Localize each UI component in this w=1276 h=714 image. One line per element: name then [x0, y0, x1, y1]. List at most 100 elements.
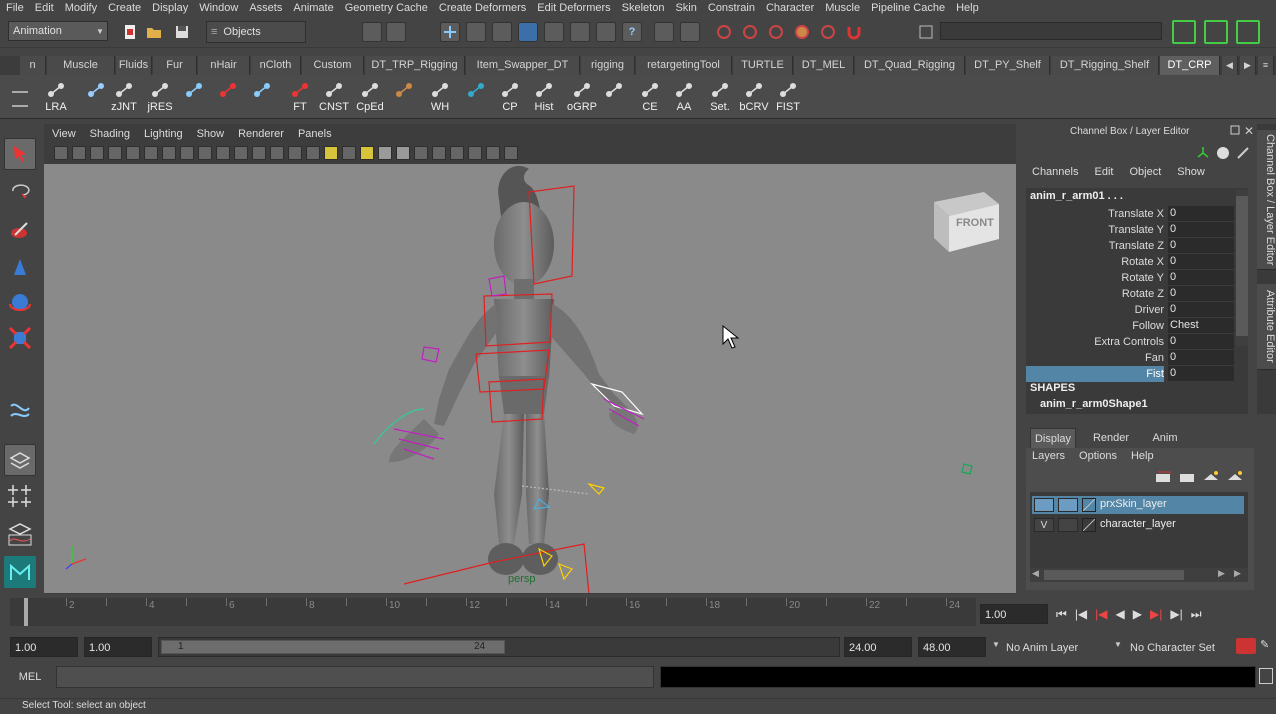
script-language-toggle[interactable]: MEL — [10, 668, 50, 686]
range-slider-track[interactable]: 1 24 — [158, 637, 840, 657]
field-chart-icon[interactable] — [234, 146, 248, 160]
grease-pencil-icon[interactable] — [144, 146, 158, 160]
command-input[interactable] — [56, 666, 654, 688]
channel-value[interactable]: 0 — [1168, 206, 1234, 221]
shelf-button-hist[interactable]: Hist — [528, 79, 560, 115]
snap-grid-icon[interactable] — [714, 22, 734, 42]
select-deformations-icon[interactable] — [544, 22, 564, 42]
wand-icon[interactable] — [1236, 146, 1250, 163]
channel-name[interactable]: Follow — [1132, 318, 1164, 334]
channel-name[interactable]: Translate Y — [1108, 222, 1164, 238]
channel-value[interactable]: 0 — [1168, 350, 1234, 365]
tab-display[interactable]: Display — [1030, 428, 1076, 448]
channel-row-follow[interactable]: Follow Chest — [1026, 318, 1234, 334]
select-surfaces-icon[interactable] — [518, 22, 538, 42]
move-tool-icon[interactable] — [4, 252, 36, 284]
channel-box-menu-channels[interactable]: Channels — [1032, 166, 1078, 182]
graph-layout-icon[interactable] — [4, 518, 36, 550]
channel-value[interactable]: 0 — [1168, 334, 1234, 349]
select-joints-icon[interactable] — [466, 22, 486, 42]
shelf-tab-fluids[interactable]: Fluids — [116, 56, 152, 75]
menu-display[interactable]: Display — [146, 0, 193, 16]
go-to-start-icon[interactable]: ⏮ — [1056, 607, 1067, 622]
menu-window[interactable]: Window — [193, 0, 243, 16]
3d-viewport[interactable]: FRONT persp — [44, 164, 1016, 593]
shelf-button-lra[interactable]: LRA — [40, 79, 72, 115]
channel-value[interactable]: 0 — [1168, 302, 1234, 317]
toggle-sidebar-icon[interactable] — [1204, 20, 1228, 44]
manipulator-icon[interactable] — [1196, 146, 1210, 163]
shelf-tab-muscle[interactable]: Muscle — [47, 56, 115, 75]
step-forward-frame-icon[interactable]: ▶| — [1170, 607, 1182, 621]
shelf-button-cped[interactable]: CpEd — [354, 79, 386, 115]
layer-menu-options[interactable]: Options — [1079, 450, 1117, 466]
channel-name[interactable]: Translate X — [1108, 206, 1164, 222]
channel-value[interactable]: 0 — [1168, 222, 1234, 237]
anim-layer-dropdown-icon[interactable]: ▼ — [992, 640, 1000, 649]
end-time-field[interactable]: 48.00 — [918, 637, 986, 657]
layer-name[interactable]: prxSkin_layer — [1100, 498, 1167, 510]
shelf-button-zjnt[interactable]: zJNT — [108, 79, 140, 115]
channel-row-translate-x[interactable]: Translate X 0 — [1026, 206, 1234, 222]
tab-render[interactable]: Render — [1086, 428, 1136, 448]
viewport-menu-show[interactable]: Show — [189, 128, 231, 140]
2d-pan-icon[interactable] — [126, 146, 140, 160]
shelf-button-tool-5[interactable] — [212, 79, 244, 115]
menu-modify[interactable]: Modify — [59, 0, 102, 16]
channel-name[interactable]: Translate Z — [1109, 238, 1164, 254]
channel-name[interactable]: Driver — [1135, 302, 1164, 318]
menu-create-deformers[interactable]: Create Deformers — [433, 0, 531, 16]
layer-display-type-toggle[interactable] — [1058, 518, 1078, 532]
anim-layer-label[interactable]: No Anim Layer — [1006, 638, 1110, 658]
channel-row-rotate-z[interactable]: Rotate Z 0 — [1026, 286, 1234, 302]
channel-row-driver[interactable]: Driver 0 — [1026, 302, 1234, 318]
layer-color-swatch[interactable] — [1082, 498, 1096, 512]
channel-box-menu-show[interactable]: Show — [1177, 166, 1205, 182]
select-curves-icon[interactable] — [492, 22, 512, 42]
shelf-button-tool-4[interactable] — [178, 79, 210, 115]
motion-blur-icon[interactable] — [414, 146, 428, 160]
range-slider-handle[interactable]: 1 24 — [161, 640, 505, 654]
rotate-tool-icon[interactable] — [4, 286, 36, 318]
shelf-button-fist[interactable]: FIST — [772, 79, 804, 115]
xray-components-icon[interactable] — [504, 146, 518, 160]
snap-curve-icon[interactable] — [740, 22, 760, 42]
shelf-tab-dt-rigging-shelf[interactable]: DT_Rigging_Shelf — [1051, 56, 1159, 75]
new-layer-icon[interactable] — [1154, 470, 1172, 487]
layer-move-down-icon[interactable] — [1226, 470, 1244, 487]
character-set-label[interactable]: No Character Set — [1130, 638, 1234, 658]
rig-controls[interactable] — [373, 185, 973, 593]
channel-row-fan[interactable]: Fan 0 — [1026, 350, 1234, 366]
shelf-button-tool-16[interactable] — [598, 79, 630, 115]
input-field-icon[interactable] — [916, 22, 936, 42]
layer-display-type-toggle[interactable] — [1058, 498, 1078, 512]
channel-scrollbar[interactable] — [1236, 190, 1248, 346]
shelf-button-cnst[interactable]: CNST — [318, 79, 350, 115]
layer-name[interactable]: character_layer — [1100, 518, 1176, 530]
viewport-menu-renderer[interactable]: Renderer — [230, 128, 290, 140]
channel-name[interactable]: Rotate Z — [1122, 286, 1164, 302]
character-mesh[interactable] — [389, 165, 638, 575]
preferences-icon[interactable]: ✎ — [1260, 638, 1269, 651]
shelf-button-ce[interactable]: CE — [634, 79, 666, 115]
snap-plane-icon[interactable] — [792, 22, 812, 42]
layer-menu-help[interactable]: Help — [1131, 450, 1154, 466]
shelf-tab-dt-py-shelf[interactable]: DT_PY_Shelf — [966, 56, 1050, 75]
channel-row-fist[interactable]: Fist 0 — [1026, 366, 1234, 382]
selection-mode-dropdown[interactable]: ≡ Objects — [206, 21, 306, 43]
snap-surface-icon[interactable] — [818, 22, 838, 42]
textured-icon[interactable] — [342, 146, 356, 160]
time-slider-track[interactable]: 2 4 6 8 10 12 14 16 18 20 22 24 — [10, 598, 976, 626]
shelf-tab-fur[interactable]: Fur — [153, 56, 197, 75]
film-gate-icon[interactable] — [180, 146, 194, 160]
quick-select-input[interactable] — [940, 22, 1162, 40]
shadows-icon[interactable] — [378, 146, 392, 160]
select-hierarchy-icon[interactable] — [362, 22, 382, 42]
shelf-tab-dt-quad-rigging[interactable]: DT_Quad_Rigging — [855, 56, 965, 75]
shelf-button-tool-6[interactable] — [246, 79, 278, 115]
shelf-tab-item-swapper-dt[interactable]: Item_Swapper_DT — [466, 56, 580, 75]
layer-visibility-toggle[interactable]: V — [1034, 518, 1054, 532]
toggle-channelbox-icon[interactable] — [1236, 20, 1260, 44]
menu-edit-deformers[interactable]: Edit Deformers — [531, 0, 615, 16]
camera-select-icon[interactable] — [54, 146, 68, 160]
